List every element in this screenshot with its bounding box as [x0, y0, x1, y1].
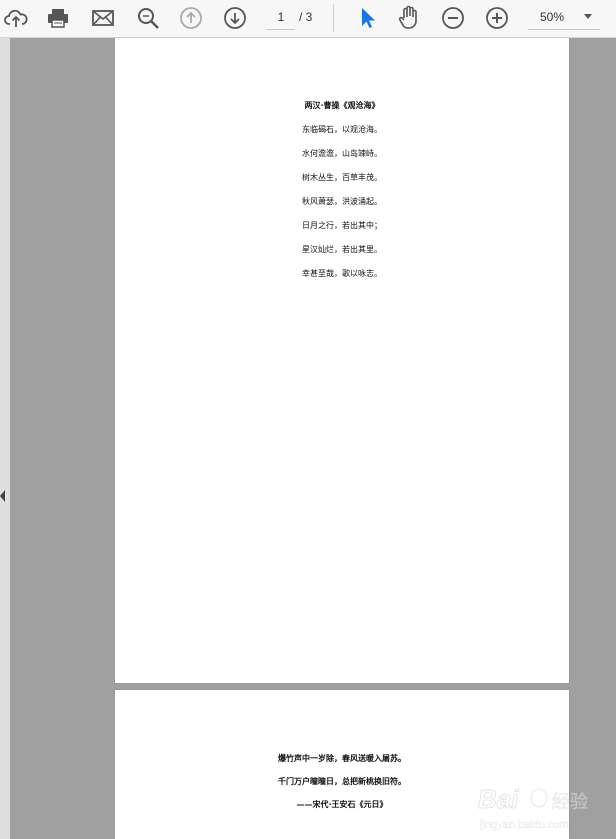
page-down-icon: [224, 7, 246, 29]
search-icon: [138, 8, 159, 29]
poem-line: 水何澹澹，山岛竦峙。: [302, 149, 382, 158]
zoom-out-icon: [442, 7, 464, 29]
baidu-jingyan-watermark: Bai 经验 jingyan.baidu.com: [478, 784, 589, 832]
poem-line: 爆竹声中一岁除，春风送暖入屠苏。: [278, 754, 406, 763]
hand-icon: [398, 5, 417, 29]
select-tool-button[interactable]: [352, 3, 382, 33]
zoom-select[interactable]: 50%: [528, 5, 600, 30]
poem-line: 秋风萧瑟，洪波涌起。: [302, 197, 382, 206]
watermark: Bai 经验 jingyan.baidu.com: [478, 782, 608, 838]
poem-line: 幸甚至哉，歌以咏志。: [302, 269, 382, 278]
zoom-in-icon: [486, 7, 508, 29]
poem-line: 东临碣石，以观沧海。: [302, 125, 382, 134]
upload-button[interactable]: [1, 3, 31, 33]
poem-line: 星汉灿烂，若出其里。: [302, 245, 382, 254]
watermark-suffix: 经验: [552, 792, 588, 813]
left-panel-strip: [0, 38, 10, 839]
page-total: / 3: [299, 10, 313, 24]
toolbar-divider: [333, 4, 334, 32]
document-page-1: 两汉·曹操《观沧海》 东临碣石，以观沧海。 水何澹澹，山岛竦峙。 树木丛生，百草…: [115, 38, 569, 683]
poem-line: 日月之行，若出其中；: [302, 221, 382, 230]
search-button[interactable]: [133, 3, 163, 33]
zoom-value: 50%: [540, 10, 565, 24]
poem-line: 树木丛生，百草丰茂。: [302, 173, 382, 182]
page-up-icon: [180, 7, 202, 29]
print-icon: [48, 9, 68, 28]
select-cursor-icon: [362, 8, 375, 28]
next-page-button[interactable]: [220, 3, 250, 33]
hand-tool-button[interactable]: [394, 3, 424, 33]
email-icon: [92, 10, 114, 26]
watermark-brand: Bai: [478, 784, 519, 814]
zoom-out-button[interactable]: [438, 3, 468, 33]
page-number-input[interactable]: [267, 5, 295, 30]
previous-page-button[interactable]: [176, 3, 206, 33]
expand-panel-icon[interactable]: [0, 490, 5, 502]
print-button[interactable]: [43, 3, 73, 33]
upload-icon: [4, 9, 28, 27]
zoom-in-button[interactable]: [482, 3, 512, 33]
email-button[interactable]: [88, 3, 118, 33]
chevron-down-icon: [584, 14, 592, 19]
poem-title: 两汉·曹操《观沧海》: [304, 101, 380, 110]
toolbar: / 3 50%: [0, 0, 616, 38]
watermark-url: jingyan.baidu.com: [479, 819, 569, 831]
